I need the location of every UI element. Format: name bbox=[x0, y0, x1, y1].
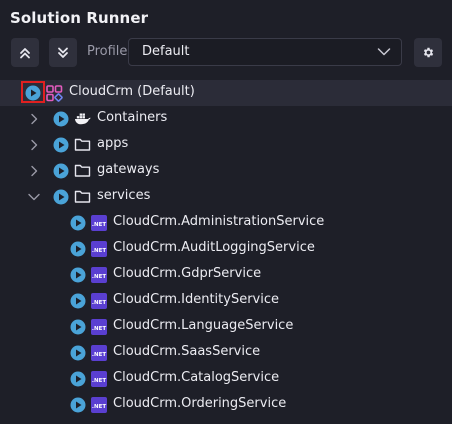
dotnet-icon: .NET bbox=[91, 215, 107, 231]
tree-row-service[interactable]: .NET CloudCrm.CatalogService bbox=[0, 366, 452, 392]
dotnet-badge-text: .NET bbox=[91, 352, 107, 358]
play-icon[interactable] bbox=[70, 371, 86, 387]
double-chevron-up-icon bbox=[20, 47, 30, 58]
run-button-highlight bbox=[21, 81, 45, 103]
tree-row-service[interactable]: .NET CloudCrm.SaasService bbox=[0, 340, 452, 366]
tree-folder-label: Containers bbox=[97, 110, 168, 125]
play-icon[interactable] bbox=[53, 111, 69, 127]
expand-all-button[interactable] bbox=[49, 38, 77, 67]
profile-label: Profile: bbox=[87, 44, 132, 59]
chevron-down-icon bbox=[377, 48, 391, 56]
dotnet-badge-text: .NET bbox=[91, 222, 107, 228]
dotnet-icon: .NET bbox=[91, 293, 107, 309]
collapse-all-button[interactable] bbox=[11, 38, 39, 67]
folder-icon bbox=[74, 190, 91, 203]
panel-title: Solution Runner bbox=[10, 9, 149, 27]
tree-row-service[interactable]: .NET CloudCrm.OrderingService bbox=[0, 392, 452, 418]
tree-row-root[interactable]: CloudCrm (Default) bbox=[0, 80, 452, 106]
dotnet-icon: .NET bbox=[91, 397, 107, 413]
tree-row-containers[interactable]: Containers bbox=[0, 106, 452, 132]
tree-service-label: CloudCrm.AuditLoggingService bbox=[113, 240, 315, 255]
profile-select[interactable]: Default bbox=[128, 38, 402, 66]
gear-icon bbox=[423, 47, 433, 58]
play-icon[interactable] bbox=[70, 345, 86, 361]
folder-icon bbox=[74, 138, 91, 151]
dotnet-icon: .NET bbox=[91, 371, 107, 387]
chevron-right-icon[interactable] bbox=[29, 113, 39, 125]
tree-row-service[interactable]: .NET CloudCrm.AuditLoggingService bbox=[0, 236, 452, 262]
double-chevron-down-icon bbox=[58, 47, 68, 58]
dotnet-badge-text: .NET bbox=[91, 274, 107, 280]
tree-service-label: CloudCrm.CatalogService bbox=[113, 370, 280, 385]
tree-service-label: CloudCrm.AdministrationService bbox=[113, 214, 325, 229]
chevron-down-icon[interactable] bbox=[27, 191, 41, 203]
tree-row-service[interactable]: .NET CloudCrm.LanguageService bbox=[0, 314, 452, 340]
play-icon[interactable] bbox=[70, 319, 86, 335]
tree-row-service[interactable]: .NET CloudCrm.GdprService bbox=[0, 262, 452, 288]
tree-row-gateways[interactable]: gateways bbox=[0, 158, 452, 184]
tree-folder-label: gateways bbox=[97, 162, 160, 177]
folder-icon bbox=[74, 164, 91, 177]
play-icon[interactable] bbox=[70, 293, 86, 309]
tree-service-label: CloudCrm.GdprService bbox=[113, 266, 262, 281]
tree-service-label: CloudCrm.SaasService bbox=[113, 344, 261, 359]
chevron-right-icon[interactable] bbox=[29, 139, 39, 151]
play-icon[interactable] bbox=[70, 267, 86, 283]
tree-service-label: CloudCrm.LanguageService bbox=[113, 318, 294, 333]
docker-icon bbox=[74, 113, 91, 125]
play-icon[interactable] bbox=[70, 215, 86, 231]
tree-service-label: CloudCrm.IdentityService bbox=[113, 292, 279, 307]
play-icon[interactable] bbox=[53, 137, 69, 153]
dotnet-badge-text: .NET bbox=[91, 248, 107, 254]
dotnet-badge-text: .NET bbox=[91, 404, 107, 410]
profile-select-value: Default bbox=[142, 44, 190, 59]
dotnet-icon: .NET bbox=[91, 241, 107, 257]
tree-service-label: CloudCrm.OrderingService bbox=[113, 396, 287, 411]
tree-row-apps[interactable]: apps bbox=[0, 132, 452, 158]
tree-folder-label: apps bbox=[97, 136, 129, 151]
play-icon[interactable] bbox=[53, 163, 69, 179]
tree-folder-label: services bbox=[97, 188, 151, 203]
play-icon[interactable] bbox=[53, 189, 69, 205]
dotnet-icon: .NET bbox=[91, 267, 107, 283]
tree-row-service[interactable]: .NET CloudCrm.IdentityService bbox=[0, 288, 452, 314]
tree-row-service[interactable]: .NET CloudCrm.AdministrationService bbox=[0, 210, 452, 236]
toolbar: Profile: Default bbox=[11, 38, 443, 67]
solution-icon bbox=[46, 85, 63, 102]
dotnet-icon: .NET bbox=[91, 345, 107, 361]
dotnet-badge-text: .NET bbox=[91, 326, 107, 332]
dotnet-badge-text: .NET bbox=[91, 300, 107, 306]
dotnet-badge-text: .NET bbox=[91, 378, 107, 384]
tree-row-services[interactable]: services bbox=[0, 184, 452, 210]
tree-root-label: CloudCrm (Default) bbox=[69, 84, 195, 99]
dotnet-icon: .NET bbox=[91, 319, 107, 335]
play-icon[interactable] bbox=[70, 241, 86, 257]
play-icon[interactable] bbox=[70, 397, 86, 413]
settings-button[interactable] bbox=[414, 38, 442, 67]
chevron-right-icon[interactable] bbox=[29, 165, 39, 177]
